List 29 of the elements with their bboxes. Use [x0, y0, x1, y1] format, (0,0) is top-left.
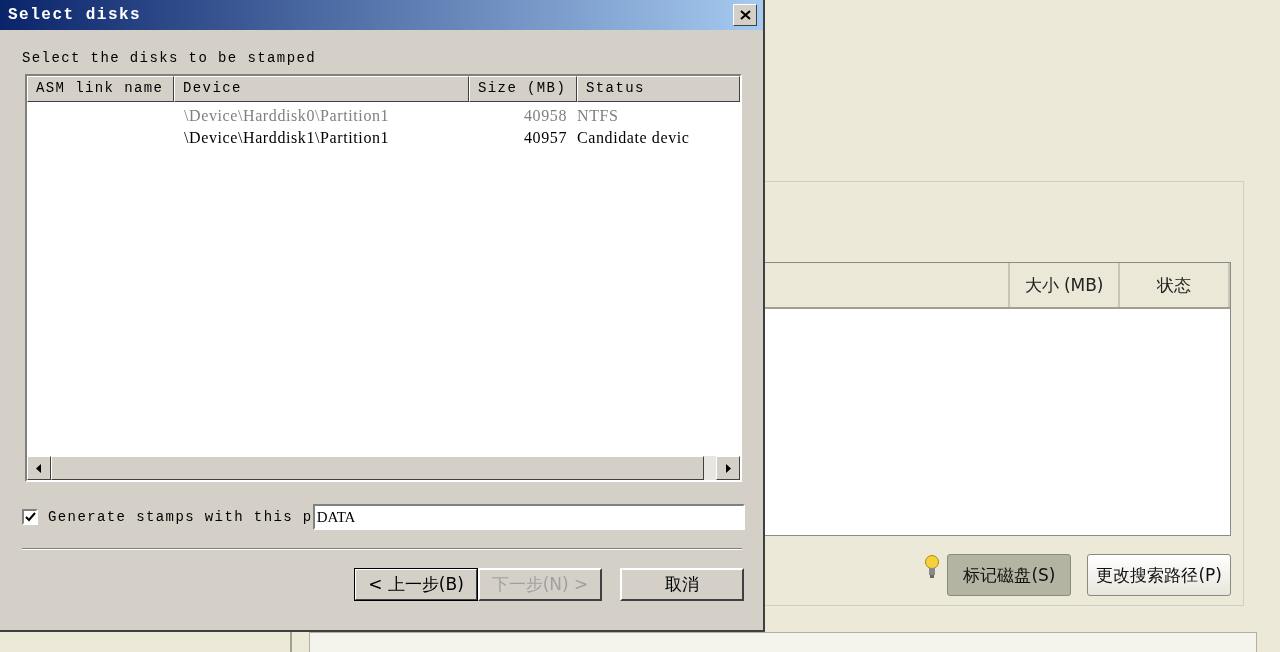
column-header[interactable]: ASM link name	[27, 76, 174, 102]
wizard-button[interactable]: 取消	[620, 568, 744, 601]
prefix-field[interactable]: DATA	[312, 504, 745, 530]
column-header[interactable]: 状态	[1120, 263, 1230, 307]
action-button[interactable]: 标记磁盘(S)	[947, 554, 1072, 596]
size-cell-text: 40957	[523, 128, 568, 148]
checkmark-icon	[24, 512, 36, 522]
device-cell-text: \Device\Harddisk0\Partition1	[183, 106, 391, 126]
close-button[interactable]	[733, 4, 757, 26]
status-cell-text: NTFS	[577, 106, 620, 126]
scroll-left-button[interactable]	[27, 456, 51, 480]
lightbulb-icon	[925, 555, 940, 579]
column-header[interactable]: Size (MB)	[469, 76, 577, 102]
prompt-text: Select the disks to be stamped	[22, 50, 318, 68]
window-title: Select disks	[8, 6, 142, 24]
left-arrow-icon	[36, 463, 42, 473]
device-cell-text: \Device\Harddisk1\Partition1	[183, 128, 391, 148]
action-button[interactable]: 更改搜索路径(P)	[1087, 554, 1231, 596]
close-icon	[739, 10, 751, 20]
scroll-right-button[interactable]	[716, 456, 740, 480]
size-cell-text: 40958	[523, 106, 568, 126]
column-header[interactable]: 大小 (MB)	[1010, 263, 1120, 307]
wizard-button[interactable]: < 上一步(B)	[354, 568, 478, 601]
status-cell-text: Candidate devic	[577, 128, 691, 148]
column-header[interactable]: Status	[577, 76, 740, 102]
checkbox-label: Generate stamps with this p	[48, 509, 313, 525]
column-header[interactable]: Device	[174, 76, 469, 102]
checkbox[interactable]	[22, 509, 38, 525]
right-arrow-icon	[725, 463, 731, 473]
